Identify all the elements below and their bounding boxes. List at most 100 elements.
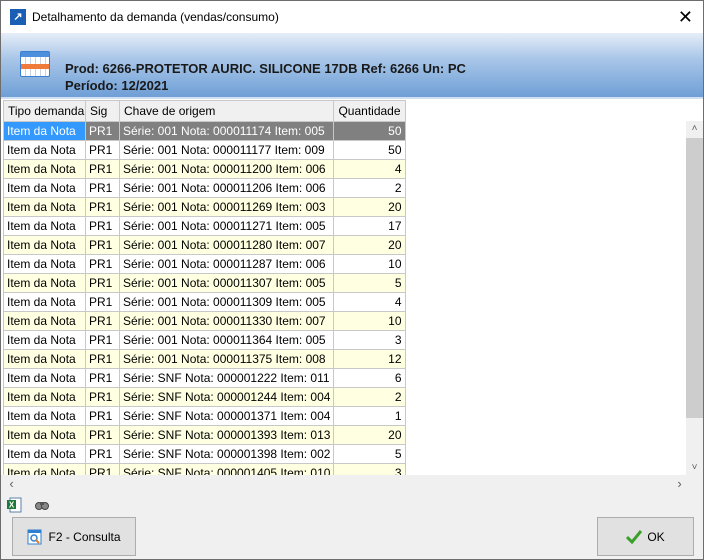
scroll-left-icon[interactable]: ‹ bbox=[3, 476, 20, 491]
column-header-tipo[interactable]: Tipo demanda bbox=[3, 100, 86, 122]
cell-quantidade[interactable]: 2 bbox=[333, 178, 406, 198]
column-header-sig[interactable]: Sig bbox=[85, 100, 120, 122]
cell-tipo[interactable]: Item da Nota bbox=[3, 159, 86, 179]
table-row[interactable]: Item da Nota PR1 Série: SNF Nota: 00000139… bbox=[3, 425, 406, 445]
cell-chave[interactable]: Série: 001 Nota: 000011375 Item: 008 bbox=[118, 349, 335, 369]
table-row[interactable]: Item da Nota PR1 Série: 001 Nota: 00001130… bbox=[3, 292, 406, 312]
cell-tipo[interactable]: Item da Nota bbox=[3, 273, 86, 293]
cell-quantidade[interactable]: 5 bbox=[333, 273, 406, 293]
table-row[interactable]: Item da Nota PR1 Série: 001 Nota: 00001130… bbox=[3, 273, 406, 293]
cell-tipo[interactable]: Item da Nota bbox=[3, 121, 86, 141]
close-icon[interactable]: ✕ bbox=[678, 7, 693, 28]
cell-quantidade[interactable]: 20 bbox=[333, 197, 406, 217]
cell-chave[interactable]: Série: 001 Nota: 000011280 Item: 007 bbox=[118, 235, 335, 255]
cell-tipo[interactable]: Item da Nota bbox=[3, 330, 86, 350]
cell-tipo[interactable]: Item da Nota bbox=[3, 368, 86, 388]
cell-sig[interactable]: PR1 bbox=[85, 330, 120, 350]
cell-tipo[interactable]: Item da Nota bbox=[3, 425, 86, 445]
cell-sig[interactable]: PR1 bbox=[85, 349, 120, 369]
cell-sig[interactable]: PR1 bbox=[85, 140, 120, 160]
binoculars-icon[interactable] bbox=[34, 497, 50, 513]
cell-sig[interactable]: PR1 bbox=[85, 425, 120, 445]
cell-chave[interactable]: Série: 001 Nota: 000011174 Item: 005 bbox=[118, 121, 335, 141]
excel-export-icon[interactable]: X bbox=[6, 497, 22, 513]
table-row[interactable]: Item da Nota PR1 Série: 001 Nota: 00001120… bbox=[3, 159, 406, 179]
cell-sig[interactable]: PR1 bbox=[85, 292, 120, 312]
cell-sig[interactable]: PR1 bbox=[85, 235, 120, 255]
cell-quantidade[interactable]: 12 bbox=[333, 349, 406, 369]
cell-sig[interactable]: PR1 bbox=[85, 254, 120, 274]
cell-quantidade[interactable]: 4 bbox=[333, 292, 406, 312]
table-row[interactable]: Item da Nota PR1 Série: 001 Nota: 00001128… bbox=[3, 254, 406, 274]
cell-quantidade[interactable]: 2 bbox=[333, 387, 406, 407]
cell-sig[interactable]: PR1 bbox=[85, 406, 120, 426]
cell-sig[interactable]: PR1 bbox=[85, 197, 120, 217]
table-row[interactable]: Item da Nota PR1 Série: 001 Nota: 00001136… bbox=[3, 330, 406, 350]
table-row[interactable]: Item da Nota PR1 Série: 001 Nota: 00001127… bbox=[3, 216, 406, 236]
cell-sig[interactable]: PR1 bbox=[85, 368, 120, 388]
cell-chave[interactable]: Série: SNF Nota: 000001371 Item: 004 bbox=[118, 406, 335, 426]
table-row[interactable]: Item da Nota PR1 Série: 001 Nota: 00001137… bbox=[3, 349, 406, 369]
cell-tipo[interactable]: Item da Nota bbox=[3, 444, 86, 464]
cell-tipo[interactable]: Item da Nota bbox=[3, 311, 86, 331]
table-row[interactable]: Item da Nota PR1 Série: SNF Nota: 00000122… bbox=[3, 368, 406, 388]
cell-quantidade[interactable]: 20 bbox=[333, 235, 406, 255]
cell-tipo[interactable]: Item da Nota bbox=[3, 178, 86, 198]
cell-chave[interactable]: Série: 001 Nota: 000011330 Item: 007 bbox=[118, 311, 335, 331]
cell-tipo[interactable]: Item da Nota bbox=[3, 292, 86, 312]
cell-chave[interactable]: Série: 001 Nota: 000011307 Item: 005 bbox=[118, 273, 335, 293]
demand-grid[interactable]: Tipo demanda Sig Chave de origem Quantid… bbox=[1, 99, 703, 492]
cell-chave[interactable]: Série: 001 Nota: 000011200 Item: 006 bbox=[118, 159, 335, 179]
table-row[interactable]: Item da Nota PR1 Série: 001 Nota: 00001117… bbox=[3, 140, 406, 160]
scroll-down-icon[interactable]: ˅ bbox=[686, 462, 703, 473]
cell-quantidade[interactable]: 3 bbox=[333, 330, 406, 350]
cell-quantidade[interactable]: 50 bbox=[333, 121, 406, 141]
cell-chave[interactable]: Série: SNF Nota: 000001398 Item: 002 bbox=[118, 444, 335, 464]
cell-quantidade[interactable]: 10 bbox=[333, 254, 406, 274]
consulta-button[interactable]: F2 - Consulta bbox=[12, 517, 136, 556]
scroll-up-icon[interactable]: ˄ bbox=[686, 123, 703, 134]
table-row[interactable]: Item da Nota PR1 Série: 001 Nota: 00001128… bbox=[3, 235, 406, 255]
cell-sig[interactable]: PR1 bbox=[85, 444, 120, 464]
scroll-right-icon[interactable]: › bbox=[671, 476, 688, 491]
cell-sig[interactable]: PR1 bbox=[85, 216, 120, 236]
table-row[interactable]: Item da Nota PR1 Série: SNF Nota: 00000124… bbox=[3, 387, 406, 407]
column-header-chave[interactable]: Chave de origem bbox=[118, 100, 335, 122]
cell-tipo[interactable]: Item da Nota bbox=[3, 235, 86, 255]
cell-chave[interactable]: Série: SNF Nota: 000001222 Item: 011 bbox=[118, 368, 335, 388]
table-row[interactable]: Item da Nota PR1 Série: 001 Nota: 00001126… bbox=[3, 197, 406, 217]
ok-button[interactable]: OK bbox=[597, 517, 694, 556]
cell-tipo[interactable]: Item da Nota bbox=[3, 197, 86, 217]
cell-sig[interactable]: PR1 bbox=[85, 273, 120, 293]
cell-chave[interactable]: Série: 001 Nota: 000011364 Item: 005 bbox=[118, 330, 335, 350]
cell-quantidade[interactable]: 5 bbox=[333, 444, 406, 464]
cell-quantidade[interactable]: 20 bbox=[333, 425, 406, 445]
table-row[interactable]: Item da Nota PR1 Série: 001 Nota: 00001120… bbox=[3, 178, 406, 198]
cell-sig[interactable]: PR1 bbox=[85, 387, 120, 407]
cell-chave[interactable]: Série: 001 Nota: 000011309 Item: 005 bbox=[118, 292, 335, 312]
cell-sig[interactable]: PR1 bbox=[85, 121, 120, 141]
table-row[interactable]: Item da Nota PR1 Série: 001 Nota: 00001117… bbox=[3, 121, 406, 141]
cell-tipo[interactable]: Item da Nota bbox=[3, 349, 86, 369]
cell-tipo[interactable]: Item da Nota bbox=[3, 387, 86, 407]
table-row[interactable]: Item da Nota PR1 Série: SNF Nota: 00000139… bbox=[3, 444, 406, 464]
cell-chave[interactable]: Série: SNF Nota: 000001244 Item: 004 bbox=[118, 387, 335, 407]
cell-chave[interactable]: Série: SNF Nota: 000001393 Item: 013 bbox=[118, 425, 335, 445]
scroll-thumb[interactable] bbox=[686, 138, 703, 418]
cell-tipo[interactable]: Item da Nota bbox=[3, 406, 86, 426]
cell-chave[interactable]: Série: 001 Nota: 000011271 Item: 005 bbox=[118, 216, 335, 236]
cell-tipo[interactable]: Item da Nota bbox=[3, 140, 86, 160]
cell-quantidade[interactable]: 4 bbox=[333, 159, 406, 179]
cell-sig[interactable]: PR1 bbox=[85, 311, 120, 331]
cell-quantidade[interactable]: 17 bbox=[333, 216, 406, 236]
table-row[interactable]: Item da Nota PR1 Série: SNF Nota: 00000137… bbox=[3, 406, 406, 426]
cell-chave[interactable]: Série: 001 Nota: 000011287 Item: 006 bbox=[118, 254, 335, 274]
cell-quantidade[interactable]: 6 bbox=[333, 368, 406, 388]
cell-chave[interactable]: Série: 001 Nota: 000011206 Item: 006 bbox=[118, 178, 335, 198]
cell-quantidade[interactable]: 10 bbox=[333, 311, 406, 331]
cell-sig[interactable]: PR1 bbox=[85, 178, 120, 198]
cell-sig[interactable]: PR1 bbox=[85, 159, 120, 179]
column-header-quantidade[interactable]: Quantidade bbox=[333, 100, 406, 122]
cell-chave[interactable]: Série: 001 Nota: 000011177 Item: 009 bbox=[118, 140, 335, 160]
cell-chave[interactable]: Série: 001 Nota: 000011269 Item: 003 bbox=[118, 197, 335, 217]
